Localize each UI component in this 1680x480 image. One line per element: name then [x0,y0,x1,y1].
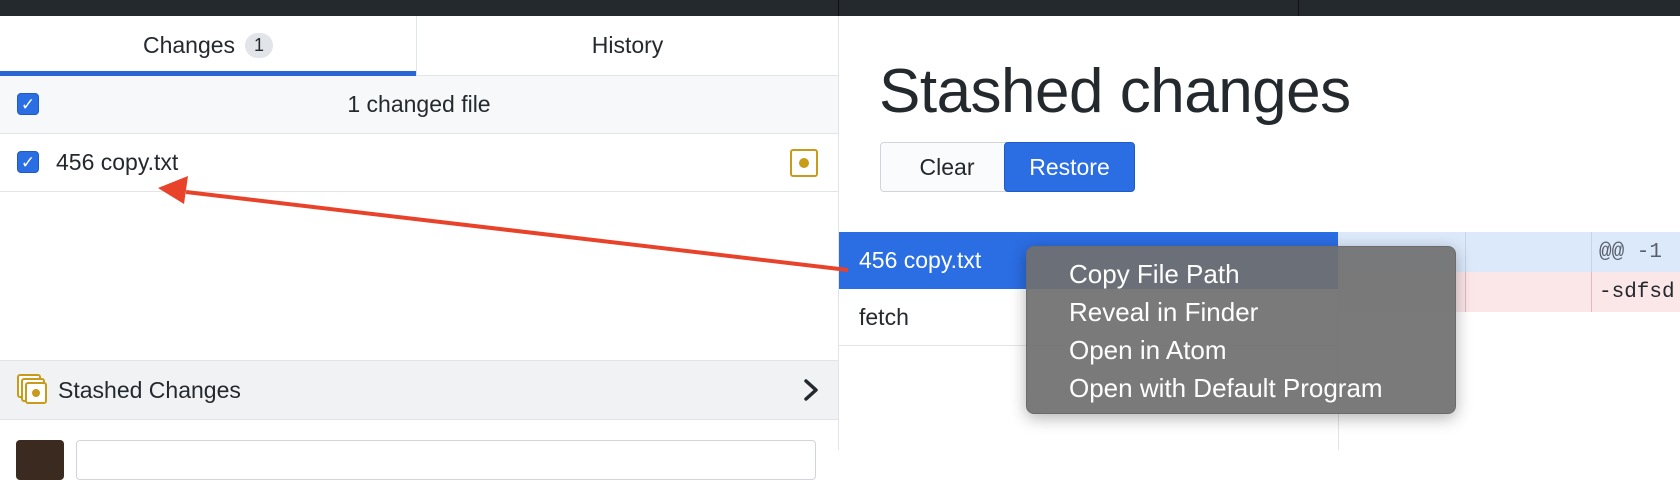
chevron-right-icon[interactable] [800,376,822,404]
tab-bar: Changes 1 History [0,16,838,76]
title-bar [0,0,1680,16]
menu-item-copy-file-path[interactable]: Copy File Path [1027,255,1455,293]
tab-history[interactable]: History [417,16,838,75]
menu-item-open-with-default-program[interactable]: Open with Default Program [1027,369,1455,407]
avatar [16,440,64,480]
changes-count-badge: 1 [245,33,274,58]
changed-files-count: 1 changed file [347,91,491,117]
title-bar-divider [838,0,839,16]
menu-item-reveal-in-finder[interactable]: Reveal in Finder [1027,293,1455,331]
diff-gutter [1465,232,1592,272]
stashed-changes-label: Stashed Changes [58,376,241,403]
page-title: Stashed changes [879,57,1351,126]
commit-summary-input[interactable] [76,440,816,480]
tab-changes-label: Changes [142,32,236,58]
changed-files-header: 1 changed file ✓ [0,76,838,134]
file-row[interactable]: ✓ 456 copy.txt [0,134,838,192]
title-bar-divider [1298,0,1299,16]
context-menu: Copy File Path Reveal in Finder Open in … [1026,246,1456,414]
menu-item-open-in-atom[interactable]: Open in Atom [1027,331,1455,369]
stashed-changes-bar[interactable]: Stashed Changes [0,360,838,420]
file-checkbox[interactable]: ✓ [17,151,39,173]
stash-icon [17,374,47,404]
restore-button[interactable]: Restore [1004,142,1135,192]
clear-button[interactable]: Clear [880,142,1014,192]
left-pane: Changes 1 History 1 changed file ✓ ✓ 456… [0,16,839,480]
tab-changes[interactable]: Changes 1 [0,16,417,76]
modified-icon [790,149,818,177]
tab-history-label: History [591,32,664,58]
file-name: 456 copy.txt [56,149,179,175]
diff-gutter [1465,272,1592,312]
diff-hunk-text: @@ -1 [1599,240,1663,264]
select-all-checkbox[interactable]: ✓ [17,93,39,115]
diff-deleted-text: -sdfsd [1599,280,1675,304]
